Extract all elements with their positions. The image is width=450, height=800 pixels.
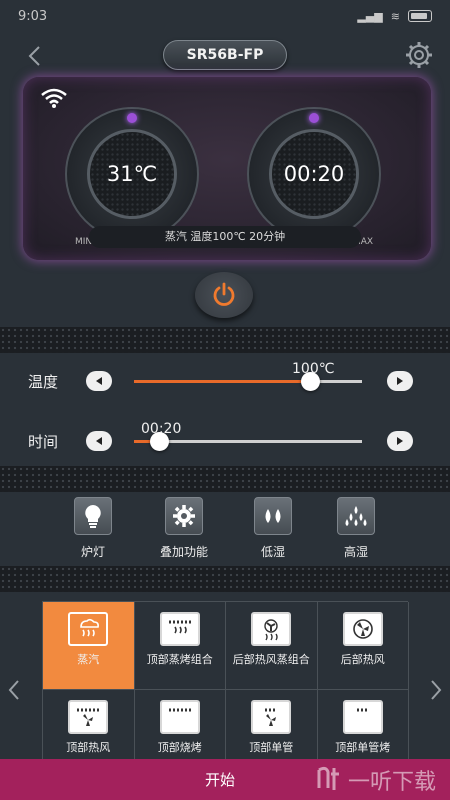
timer-readout: 00:20 — [283, 162, 345, 186]
overlay-function-button[interactable]: 叠加功能 — [154, 497, 214, 559]
top-single-fan-icon — [251, 700, 292, 734]
oven-display-panel: 31℃ MIN MAX 00:20 MIN MAX 蒸汽 温度100℃ 20分钟 — [23, 77, 431, 260]
settings-gear-icon[interactable] — [404, 40, 434, 70]
wifi-status-icon: ≋ — [390, 9, 400, 23]
mode-top-single-tube-grill-label: 顶部单管烤 — [335, 741, 391, 754]
temperature-decrease-button[interactable] — [86, 371, 112, 391]
power-icon — [213, 282, 235, 306]
start-button-label: 开始 — [204, 771, 235, 789]
time-slider-row: 时间 00:20 — [0, 421, 450, 461]
status-time: 9:03 — [18, 8, 48, 24]
mode-steam-label: 蒸汽 — [77, 653, 100, 666]
section-divider — [0, 466, 450, 492]
temperature-slider-track[interactable]: 100℃ — [134, 361, 362, 391]
temperature-slider-row: 温度 100℃ — [0, 361, 450, 401]
timer-indicator-dot — [309, 113, 319, 123]
top-single-grill-icon — [342, 700, 383, 734]
status-icons: ▂▄▆ ≋ — [357, 10, 432, 23]
time-slider-track[interactable]: 00:20 — [134, 421, 362, 451]
overlay-function-label: 叠加功能 — [159, 545, 208, 559]
mode-back-fan-steam-combo[interactable]: 后部热风蒸组合 — [226, 602, 318, 690]
top-steam-icon — [159, 612, 200, 646]
time-slider-label: 时间 — [28, 433, 59, 451]
wifi-icon — [39, 87, 69, 109]
timer-dial-face: 00:20 — [269, 129, 359, 219]
mode-top-grill-label: 顶部烧烤 — [157, 741, 202, 754]
back-icon[interactable] — [20, 42, 48, 70]
time-slider-value: 00:20 — [141, 421, 182, 437]
top-grill-icon — [159, 700, 200, 734]
top-fan-icon — [68, 700, 109, 734]
back-fan-steam-icon — [251, 612, 292, 646]
header: SR56B-FP — [0, 36, 450, 76]
oven-light-label: 炉灯 — [80, 545, 105, 559]
watermark-text: 一听下载 — [347, 770, 436, 795]
section-divider — [0, 327, 450, 353]
time-increase-button[interactable] — [387, 431, 413, 451]
mode-top-fan-label: 顶部热风 — [66, 741, 111, 754]
temperature-dial-face: 31℃ — [87, 129, 177, 219]
temperature-slider-label: 温度 — [28, 373, 59, 391]
section-divider — [0, 566, 450, 592]
device-name-badge: SR56B-FP — [163, 40, 287, 70]
oven-light-button[interactable]: 炉灯 — [63, 497, 123, 559]
mode-info-bar: 蒸汽 温度100℃ 20分钟 — [89, 226, 361, 248]
status-bar: 9:03 ▂▄▆ ≋ — [0, 0, 450, 32]
next-page-arrow-icon[interactable] — [428, 676, 444, 704]
battery-icon — [408, 10, 432, 22]
temperature-readout: 31℃ — [106, 162, 158, 186]
high-humidity-button[interactable]: 高湿 — [326, 497, 386, 559]
temperature-indicator-dot — [127, 113, 137, 123]
signal-icon: ▂▄▆ — [357, 9, 383, 23]
mode-back-fan-label: 后部热风 — [340, 653, 385, 666]
watermark: 一听下载 — [316, 761, 436, 799]
mode-top-steam-combo-label: 顶部蒸烤组合 — [146, 653, 213, 666]
timer-dial: 00:20 MIN MAX — [247, 107, 381, 247]
mode-back-fan-steam-combo-label: 后部热风蒸组合 — [232, 653, 310, 666]
temperature-dial: 31℃ MIN MAX — [65, 107, 199, 247]
low-humidity-button[interactable]: 低湿 — [243, 497, 303, 559]
time-decrease-button[interactable] — [86, 431, 112, 451]
low-humidity-label: 低湿 — [260, 545, 285, 559]
two-drops-icon — [254, 497, 292, 535]
many-drops-icon — [337, 497, 375, 535]
temperature-slider-value: 100℃ — [292, 361, 335, 377]
cooking-mode-grid: 蒸汽 顶部蒸烤组合 后部热风蒸组合 后部热风 顶部热风 顶部烧烤 顶部单管 顶部… — [42, 601, 409, 778]
prev-page-arrow-icon[interactable] — [6, 676, 22, 704]
gear-icon — [165, 497, 203, 535]
mode-top-single-tube-label: 顶部单管 — [249, 741, 294, 754]
mode-back-fan[interactable]: 后部热风 — [317, 602, 409, 690]
temperature-slider-fill — [134, 380, 310, 383]
steam-icon — [68, 612, 109, 646]
temperature-increase-button[interactable] — [387, 371, 413, 391]
mode-steam[interactable]: 蒸汽 — [43, 602, 135, 690]
power-button[interactable] — [195, 272, 253, 318]
start-button[interactable]: 开始 一听下载 — [0, 759, 450, 800]
bulb-icon — [74, 497, 112, 535]
back-fan-icon — [342, 612, 383, 646]
high-humidity-label: 高湿 — [343, 545, 368, 559]
watermark-logo-icon — [316, 762, 342, 798]
mode-top-steam-combo[interactable]: 顶部蒸烤组合 — [134, 602, 226, 690]
